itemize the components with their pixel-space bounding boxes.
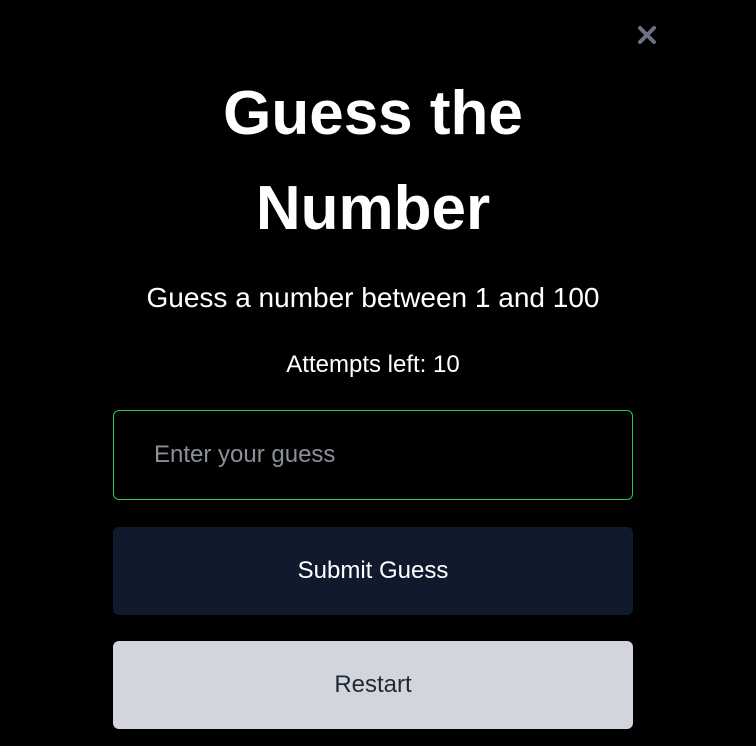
close-icon: [638, 26, 656, 44]
attempts-counter: Attempts left: 10: [286, 351, 460, 378]
submit-guess-button[interactable]: Submit Guess: [113, 527, 633, 615]
restart-button[interactable]: Restart: [113, 641, 633, 729]
page-title: Guess the Number: [223, 79, 523, 243]
guess-input[interactable]: [113, 410, 633, 500]
close-button[interactable]: [636, 24, 658, 46]
game-panel: Guess the Number Guess a number between …: [0, 0, 756, 746]
instruction-text: Guess a number between 1 and 100: [146, 282, 600, 313]
